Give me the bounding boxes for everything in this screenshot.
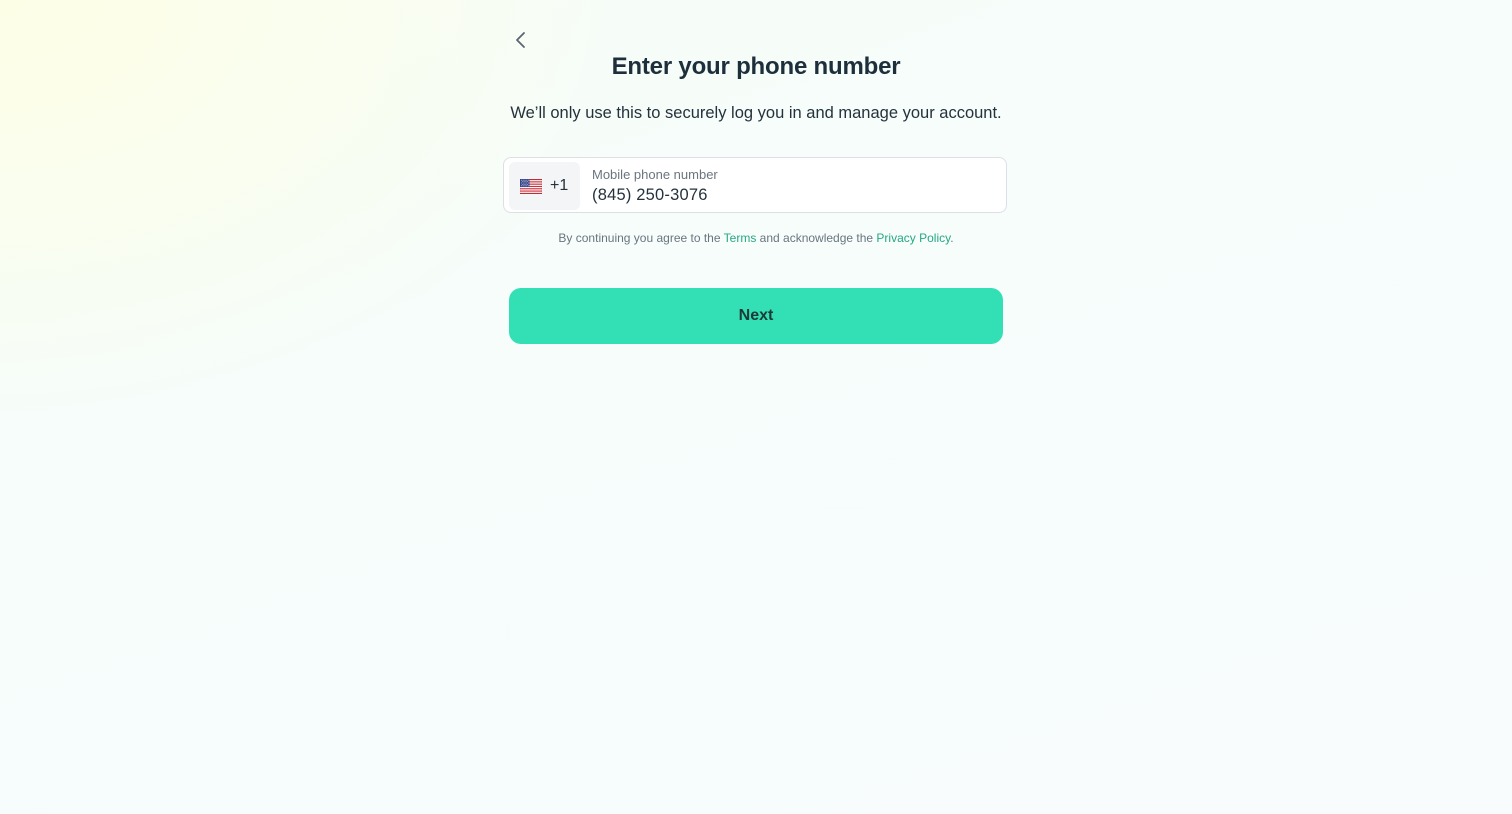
legal-suffix: . [950,231,954,245]
back-button[interactable] [509,28,533,52]
chevron-left-icon [516,32,525,48]
page-title: Enter your phone number [611,53,901,80]
phone-input[interactable] [592,184,992,206]
legal-prefix: By continuing you agree to the [558,231,724,245]
page-subtitle: We’ll only use this to securely log you … [510,104,1002,122]
legal-middle: and acknowledge the [756,231,877,245]
phone-number-field: +1 Mobile phone number [503,157,1007,213]
legal-notice: By continuing you agree to the Terms and… [0,231,1512,245]
us-flag-icon [520,178,542,194]
privacy-policy-link[interactable]: Privacy Policy [876,231,950,245]
phone-field-label: Mobile phone number [592,167,718,182]
terms-link[interactable]: Terms [724,231,757,245]
next-button[interactable]: Next [509,288,1003,344]
country-code-selector[interactable]: +1 [509,162,580,210]
dial-code: +1 [550,177,569,194]
